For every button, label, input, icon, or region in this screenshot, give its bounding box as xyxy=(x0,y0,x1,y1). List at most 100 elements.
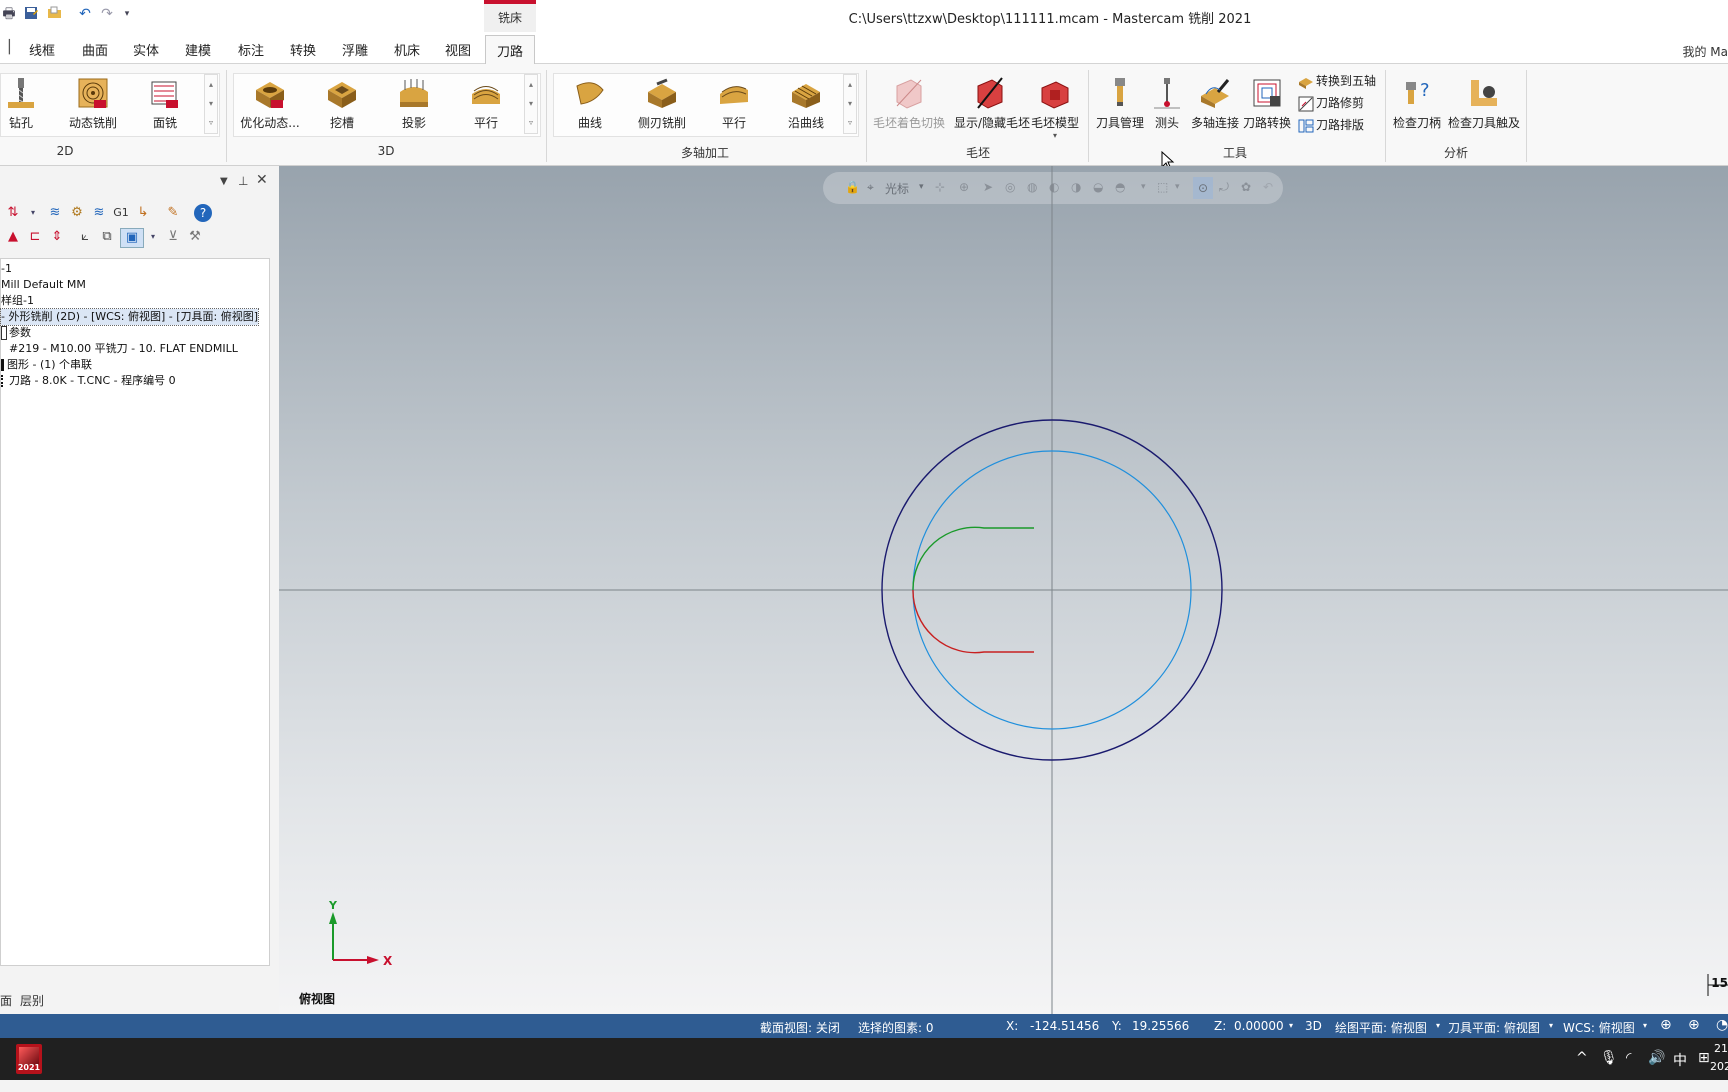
tab-surface[interactable]: 曲面 xyxy=(82,40,108,59)
regenerate-dirty-icon[interactable]: ⚙ xyxy=(68,204,86,222)
drill-button[interactable]: 钻孔 xyxy=(0,76,56,131)
insert-arrow-icon[interactable]: ⊏ xyxy=(26,228,44,246)
volume-icon[interactable]: 🔊 xyxy=(1648,1050,1665,1066)
tab-toolpaths[interactable]: 刀路 xyxy=(485,35,536,64)
display-globe-icon[interactable]: ⊕ xyxy=(1688,1017,1700,1033)
tab-solid[interactable]: 实体 xyxy=(133,40,159,59)
construction-plane-status[interactable]: 绘图平面: 俯视图 xyxy=(1335,1019,1427,1036)
parallel-3d-button[interactable]: 平行 xyxy=(451,76,521,131)
clock-time[interactable]: 21 xyxy=(1714,1042,1728,1055)
tab-annotate[interactable]: 标注 xyxy=(238,40,264,59)
g1-post-icon[interactable]: G1 xyxy=(112,204,130,222)
tab-wireframe[interactable]: 线框 xyxy=(29,40,55,59)
ime-mode-icon[interactable]: ⊞ xyxy=(1698,1050,1710,1066)
backplot-icon[interactable]: ≋ xyxy=(90,204,108,222)
mastercam-taskbar-icon[interactable]: 2021 xyxy=(16,1044,42,1074)
along-curve-button[interactable]: 沿曲线 xyxy=(771,76,841,131)
lock-toolpath-icon[interactable]: ⟀ xyxy=(76,228,94,246)
check-holder-button[interactable]: ? 检查刀柄 xyxy=(1382,76,1452,131)
tree-item-properties[interactable]: Mill Default MM xyxy=(1,277,86,293)
toolpath-nesting-button[interactable]: 刀路排版 xyxy=(1298,116,1364,136)
globe-icon[interactable]: ⊕ xyxy=(1660,1017,1672,1033)
tool-plane-dropdown-icon[interactable]: ▾ xyxy=(1549,1021,1553,1030)
tab-machine[interactable]: 机床 xyxy=(394,40,420,59)
stock-model-button[interactable]: 毛坯模型 ▾ xyxy=(1020,76,1090,140)
save-as-icon[interactable] xyxy=(22,5,40,23)
tool-library-icon[interactable]: ⚒ xyxy=(186,228,204,246)
network-icon[interactable]: ◜ xyxy=(1626,1050,1631,1066)
toolpath-transform-button[interactable]: 刀路转换 xyxy=(1232,76,1302,131)
show-hide-stock-button[interactable]: 显示/隐藏毛坯 xyxy=(954,76,1030,131)
move-up-icon[interactable]: ▲ xyxy=(4,228,22,246)
display-options-dropdown-icon[interactable]: ▾ xyxy=(144,228,162,246)
z-depth-dropdown-icon[interactable]: ▾ xyxy=(1289,1021,1293,1030)
post-selected-icon[interactable]: ⊻ xyxy=(164,228,182,246)
y-coordinate-value[interactable]: 19.25566 xyxy=(1132,1019,1189,1033)
selected-entities-status[interactable]: 选择的图素: 0 xyxy=(858,1019,934,1036)
wcs-dropdown-icon[interactable]: ▾ xyxy=(1643,1021,1647,1030)
toolpath-trim-button[interactable]: 刀路修剪 xyxy=(1298,94,1364,114)
clock-date[interactable]: 2022 xyxy=(1710,1060,1728,1073)
swarf-mill-button[interactable]: 侧刃铣削 xyxy=(627,76,697,131)
settings-globe-icon[interactable]: ◔ xyxy=(1716,1017,1728,1033)
move-down-icon[interactable]: ⇕ xyxy=(48,228,66,246)
select-dropdown-icon[interactable]: ▾ xyxy=(24,204,42,222)
tree-item-contour-operation[interactable]: - 外形铣削 (2D) - [WCS: 俯视图] - [刀具面: 俯视图] xyxy=(0,308,260,326)
toggle-display-icon[interactable]: ⧉ xyxy=(98,228,116,246)
tab-model[interactable]: 建模 xyxy=(185,40,211,59)
panel-pin-icon[interactable]: ⊥ xyxy=(238,174,248,188)
stock-model-dropdown-icon[interactable]: ▾ xyxy=(1020,131,1090,140)
open-icon[interactable] xyxy=(46,5,64,23)
curve-multiaxis-button[interactable]: 曲线 xyxy=(555,76,625,131)
construction-plane-dropdown-icon[interactable]: ▾ xyxy=(1436,1021,1440,1030)
customize-dropdown-icon[interactable]: ▾ xyxy=(118,5,136,23)
optimized-dynamic-button[interactable]: 优化动态... xyxy=(235,76,305,131)
lead-in-arc[interactable] xyxy=(912,526,1034,591)
lead-out-arc[interactable] xyxy=(912,589,1034,654)
tab-relief[interactable]: 浮雕 xyxy=(342,40,368,59)
tree-item-parameters[interactable]: 参数 xyxy=(1,325,31,341)
undo-icon[interactable]: ↶ xyxy=(76,5,94,23)
redo-icon[interactable]: ↷ xyxy=(98,5,116,23)
tree-item-toolpath-group[interactable]: 样组-1 xyxy=(1,293,34,309)
print-icon[interactable]: 🖶 xyxy=(0,5,18,23)
graphics-viewport[interactable]: 🔒 ⌖ 光标 ▾ ⊹ ⊕ ➤ ◎ ◍ ◐ ◑ ◒ ◓ ▾ ⬚ ▾ ⊙ ⤾ ✿ ↶… xyxy=(279,166,1728,1014)
ime-indicator[interactable]: 中 xyxy=(1673,1050,1687,1070)
check-tool-reach-button[interactable]: 检查刀具触及 xyxy=(1447,76,1521,131)
gallery-2d-scroll[interactable]: ▴ ▾ ▿ xyxy=(204,74,218,134)
select-all-operations-icon[interactable]: ⇅ xyxy=(4,204,22,222)
display-options-icon[interactable]: ▣ xyxy=(120,228,144,248)
tree-item-toolpath[interactable]: 刀路 - 8.0K - T.CNC - 程序编号 0 xyxy=(1,373,176,389)
tool-plane-status[interactable]: 刀具平面: 俯视图 xyxy=(1448,1019,1540,1036)
dynamic-mill-button[interactable]: 动态铣削 xyxy=(58,76,128,131)
tool-check-icon[interactable]: ✎ xyxy=(164,204,182,222)
mode-3d-toggle[interactable]: 3D xyxy=(1305,1019,1322,1033)
convert-to-5axis-button[interactable]: 转换到五轴 xyxy=(1298,72,1376,92)
tray-chevron-icon[interactable]: ^ xyxy=(1576,1050,1588,1066)
help-icon[interactable]: ? xyxy=(194,204,212,222)
stock-shading-toggle-button[interactable]: 毛坯着色切换 xyxy=(873,76,945,131)
regenerate-all-icon[interactable]: ≋ xyxy=(46,204,64,222)
tree-item-tool[interactable]: #219 - M10.00 平铣刀 - 10. FLAT ENDMILL xyxy=(9,341,238,357)
pocket-button[interactable]: 挖槽 xyxy=(307,76,377,131)
face-mill-button[interactable]: 面铣 xyxy=(130,76,200,131)
project-button[interactable]: 投影 xyxy=(379,76,449,131)
simulate-icon[interactable]: ↳ xyxy=(134,204,152,222)
z-coordinate-value[interactable]: 0.00000 xyxy=(1234,1019,1284,1033)
gallery-3d-scroll[interactable]: ▴ ▾ ▿ xyxy=(524,74,538,134)
tab-transform[interactable]: 转换 xyxy=(290,40,316,59)
account-menu[interactable]: 我的 Ma xyxy=(1682,43,1728,60)
tab-levels[interactable]: 层别 xyxy=(20,992,44,1009)
section-view-status[interactable]: 截面视图: 关闭 xyxy=(760,1019,840,1036)
tab-view[interactable]: 视图 xyxy=(445,40,471,59)
parallel-multiaxis-button[interactable]: 平行 xyxy=(699,76,769,131)
tab-overflow-edge[interactable]: ▕ xyxy=(0,40,10,55)
panel-menu-dropdown-icon[interactable]: ▼ xyxy=(220,176,228,187)
wcs-status[interactable]: WCS: 俯视图 xyxy=(1563,1019,1635,1036)
panel-close-icon[interactable]: ✕ xyxy=(256,172,268,188)
tab-planes[interactable]: 面 xyxy=(0,992,12,1009)
gallery-multiaxis-scroll[interactable]: ▴ ▾ ▿ xyxy=(843,74,857,134)
tree-item-machine-group[interactable]: -1 xyxy=(1,261,12,277)
microphone-icon[interactable]: 🎙 xyxy=(1600,1050,1618,1066)
x-coordinate-value[interactable]: -124.51456 xyxy=(1030,1019,1099,1033)
